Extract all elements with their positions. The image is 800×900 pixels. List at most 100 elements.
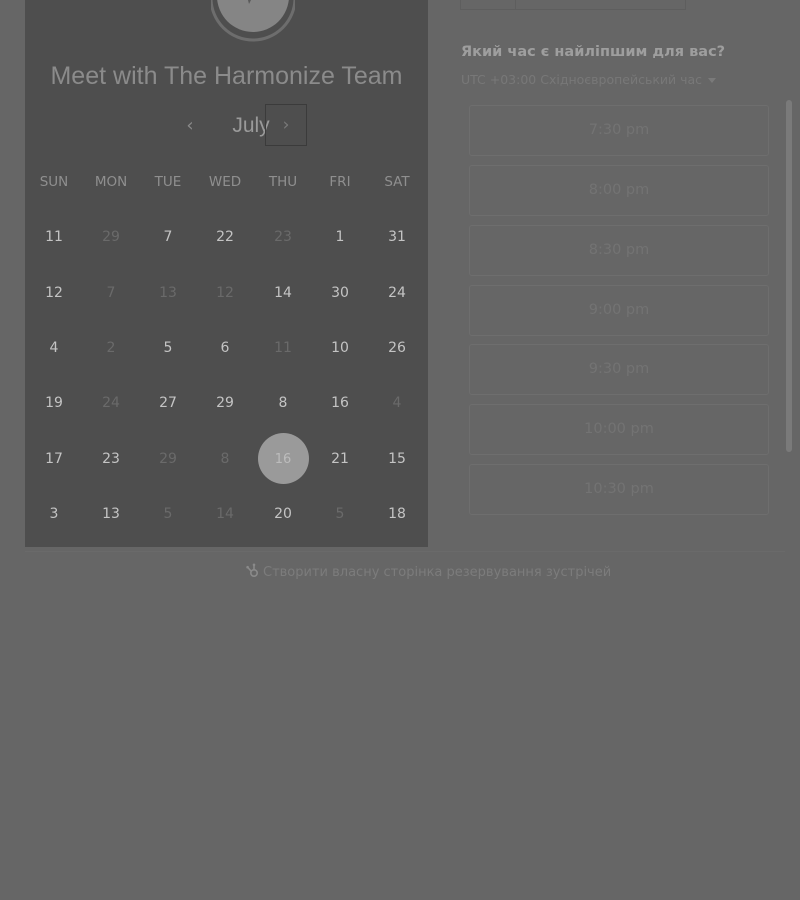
calendar-day[interactable]: 11	[29, 226, 79, 248]
scrollbar[interactable]	[786, 100, 792, 452]
day-number: 21	[331, 451, 349, 467]
day-number: 23	[102, 451, 120, 467]
day-number: 5	[335, 506, 345, 522]
calendar-day[interactable]: 26	[372, 337, 422, 359]
time-slot[interactable]: 7:30 pm	[469, 105, 769, 156]
day-number: 15	[388, 451, 406, 467]
day-number: 10	[331, 340, 349, 356]
day-number: 17	[45, 451, 63, 467]
weekday-mon: MON	[94, 174, 128, 190]
day-number: 5	[163, 506, 173, 522]
day-number: 31	[388, 229, 406, 245]
calendar-day[interactable]: 3	[29, 503, 79, 525]
day-number: 26	[388, 340, 406, 356]
weekday-sat: SAT	[384, 174, 410, 190]
calendar-day[interactable]: 7	[143, 226, 193, 248]
day-number: 7	[106, 285, 116, 301]
day-number: 4	[49, 340, 59, 356]
caret-down-icon	[708, 78, 717, 83]
day-number: 12	[45, 285, 63, 301]
calendar-day[interactable]: 1	[315, 226, 365, 248]
day-number: 3	[49, 506, 59, 522]
calendar-day: 5	[143, 503, 193, 525]
calendar-day[interactable]: 6	[200, 337, 250, 359]
calendar-day[interactable]: 5	[143, 337, 193, 359]
footer-divider	[25, 551, 785, 552]
day-number: 4	[392, 395, 402, 411]
day-number: 24	[102, 395, 120, 411]
day-number: 11	[45, 229, 63, 245]
day-number: 29	[102, 229, 120, 245]
time-slot[interactable]: 9:30 pm	[469, 344, 769, 395]
calendar-day[interactable]: 8	[258, 392, 308, 414]
calendar-day[interactable]: 22	[200, 226, 250, 248]
calendar-day[interactable]: 30	[315, 282, 365, 304]
day-number: 27	[159, 395, 177, 411]
calendar-day[interactable]: 17	[29, 448, 79, 470]
calendar-day: 2	[86, 337, 136, 359]
calendar-day[interactable]: 12	[29, 282, 79, 304]
chat-bubble-icon	[211, 0, 295, 42]
day-number: 5	[163, 340, 173, 356]
day-number: 29	[159, 451, 177, 467]
calendar-day[interactable]: 10	[315, 337, 365, 359]
day-number: 20	[274, 506, 292, 522]
calendar-day[interactable]: 20	[258, 503, 308, 525]
calendar-day[interactable]: 21	[315, 448, 365, 470]
chevron-left-icon: ‹	[186, 115, 194, 136]
time-slot[interactable]: 8:30 pm	[469, 225, 769, 276]
meeting-title: Meet with The Harmonize Team	[50, 62, 403, 90]
day-number: 14	[274, 285, 292, 301]
day-number: 6	[220, 340, 230, 356]
calendar-day[interactable]: 16	[315, 392, 365, 414]
next-month-button[interactable]: ›	[265, 104, 307, 146]
calendar-day[interactable]: 27	[143, 392, 193, 414]
day-number: 12	[216, 285, 234, 301]
selected-day[interactable]: 16	[258, 433, 309, 484]
calendar-day[interactable]: 24	[372, 282, 422, 304]
calendar-day[interactable]: 31	[372, 226, 422, 248]
weekday-fri: FRI	[329, 174, 351, 190]
day-number: 23	[274, 229, 292, 245]
time-slot[interactable]: 10:00 pm	[469, 404, 769, 455]
calendar-card: Meet with The Harmonize Team ‹ July › SU…	[25, 0, 428, 547]
calendar-day: 5	[315, 503, 365, 525]
calendar-day[interactable]: 14	[258, 282, 308, 304]
sprocket-icon	[246, 563, 259, 578]
calendar-day: 7	[86, 282, 136, 304]
time-slot[interactable]: 10:30 pm	[469, 464, 769, 515]
calendar-day[interactable]: 23	[86, 448, 136, 470]
day-number: 19	[45, 395, 63, 411]
chevron-right-icon: ›	[282, 115, 290, 135]
calendar-day: 24	[86, 392, 136, 414]
weekday-wed: WED	[208, 174, 242, 190]
calendar-day[interactable]: 15	[372, 448, 422, 470]
day-number: 29	[216, 395, 234, 411]
day-number: 30	[331, 285, 349, 301]
weekday-sun: SUN	[39, 174, 69, 190]
calendar-day: 23	[258, 226, 308, 248]
top-partial-box	[460, 0, 686, 10]
weekday-thu: THU	[268, 174, 298, 190]
day-number: 7	[163, 229, 173, 245]
calendar-day[interactable]: 4	[29, 337, 79, 359]
day-number: 1	[335, 229, 345, 245]
time-question: Який час є найліпшим для вас?	[461, 44, 726, 60]
calendar-day[interactable]: 19	[29, 392, 79, 414]
day-number: 2	[106, 340, 116, 356]
day-number: 11	[274, 340, 292, 356]
create-booking-page-link[interactable]: Створити власну сторінка резервування зу…	[246, 563, 611, 580]
calendar-day[interactable]: 29	[200, 392, 250, 414]
calendar-day: 8	[200, 448, 250, 470]
calendar-day: 4	[372, 392, 422, 414]
time-slot[interactable]: 8:00 pm	[469, 165, 769, 216]
time-slot[interactable]: 9:00 pm	[469, 285, 769, 336]
day-number: 24	[388, 285, 406, 301]
calendar-day[interactable]: 18	[372, 503, 422, 525]
timezone-select[interactable]: UTC +03:00 Східноєвропейський час	[461, 72, 717, 87]
calendar-day: 14	[200, 503, 250, 525]
calendar-day[interactable]: 13	[86, 503, 136, 525]
calendar-day: 11	[258, 337, 308, 359]
weekday-tue: TUE	[154, 174, 182, 190]
day-number: 14	[216, 506, 234, 522]
